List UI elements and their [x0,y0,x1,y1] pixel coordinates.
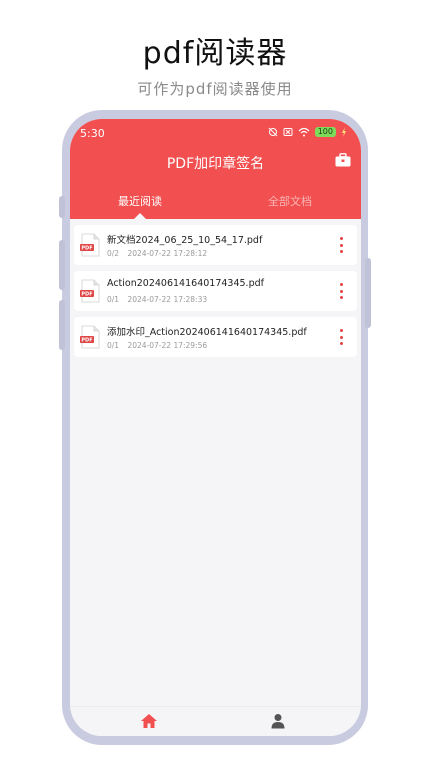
sim-icon [283,128,293,136]
bottom-nav [70,706,361,736]
file-date: 2024-07-22 17:28:33 [127,295,208,304]
file-name: Action20240614164017434​5.pdf [107,278,264,289]
wifi-icon [298,127,310,137]
app-screen: 5:30 100 PDF加印章签名 最近阅读 全部文档 PDF 新文档2024_… [70,119,361,736]
file-pages: 0/2 [107,249,120,258]
file-meta: 0/2 2024-07-22 17:28:12 [107,249,213,258]
status-time: 5:30 [80,127,105,140]
more-options-icon[interactable] [339,283,343,299]
phone-side-button [59,300,65,350]
pdf-file-icon: PDF [80,325,100,349]
alarm-off-icon [268,127,278,137]
pdf-file-icon: PDF [80,279,100,303]
file-name: 新文档2024_06_25_10_54_17.pdf [107,235,263,246]
list-item[interactable]: PDF 添加水印_Action20240614164017434​5.pdf 0… [74,317,357,357]
more-options-icon[interactable] [339,237,343,253]
status-bar: 5:30 100 [70,119,361,145]
file-meta: 0/1 2024-07-22 17:28:33 [107,295,213,304]
app-title: PDF加印章签名 [166,156,265,172]
file-name: 添加水印_Action20240614164017434​5.pdf [107,327,307,338]
active-tab-indicator [134,213,146,219]
promo-title: pdf阅读器 [142,36,288,71]
file-date: 2024-07-22 17:29:56 [127,341,208,350]
phone-side-button [365,258,371,328]
tab-recent-read[interactable]: 最近阅读 [118,193,162,209]
phone-side-button [59,240,65,290]
home-icon[interactable] [140,713,158,729]
battery-indicator: 100 [314,127,336,137]
file-pages: 0/1 [107,295,120,304]
more-options-icon[interactable] [339,329,343,345]
list-item[interactable]: PDF Action20240614164017434​5.pdf 0/1 20… [74,271,357,311]
svg-text:PDF: PDF [81,292,92,298]
list-item[interactable]: PDF 新文档2024_06_25_10_54_17.pdf 0/2 2024-… [74,225,357,265]
promo-subtitle: 可作为pdf阅读器使用 [137,80,293,98]
file-date: 2024-07-22 17:28:12 [127,249,208,258]
status-icons: 100 [268,127,347,137]
user-icon[interactable] [270,713,286,729]
file-pages: 0/1 [107,341,120,350]
file-meta: 0/1 2024-07-22 17:29:56 [107,341,213,350]
svg-text:PDF: PDF [81,338,92,344]
pdf-file-icon: PDF [80,233,100,257]
toolbox-icon[interactable] [335,153,351,167]
app-header: 5:30 100 PDF加印章签名 最近阅读 全部文档 [70,119,361,219]
file-list: PDF 新文档2024_06_25_10_54_17.pdf 0/2 2024-… [74,225,357,363]
svg-text:PDF: PDF [81,246,92,252]
tab-all-documents[interactable]: 全部文档 [268,193,312,209]
phone-side-button [59,196,65,218]
charging-icon [342,127,346,137]
